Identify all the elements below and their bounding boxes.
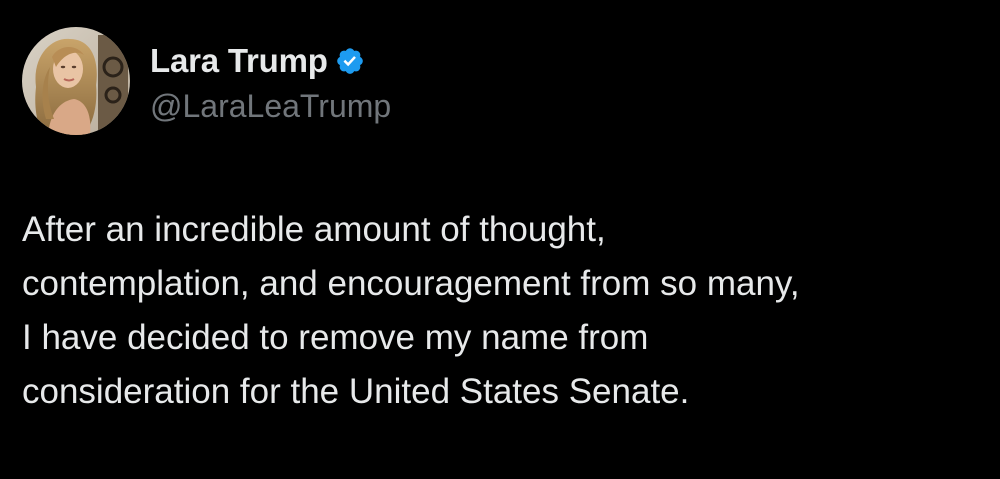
avatar-image (22, 27, 130, 135)
tweet-text-line: contemplation, and encouragement from so… (22, 264, 800, 303)
author-display-name[interactable]: Lara Trump (150, 41, 328, 81)
verified-badge-icon (335, 46, 365, 76)
tweet-card: Lara Trump @LaraLeaTrump After an incred… (0, 0, 1000, 479)
tweet-text-line: After an incredible amount of thought, (22, 210, 606, 249)
avatar[interactable] (22, 27, 130, 135)
author-handle[interactable]: @LaraLeaTrump (150, 86, 391, 126)
tweet-text-line: I have decided to remove my name from (22, 318, 649, 357)
tweet-text: After an incredible amount of thought, c… (22, 203, 992, 419)
tweet-text-line: consideration for the United States Sena… (22, 372, 690, 411)
author-name-row: Lara Trump (150, 40, 365, 82)
